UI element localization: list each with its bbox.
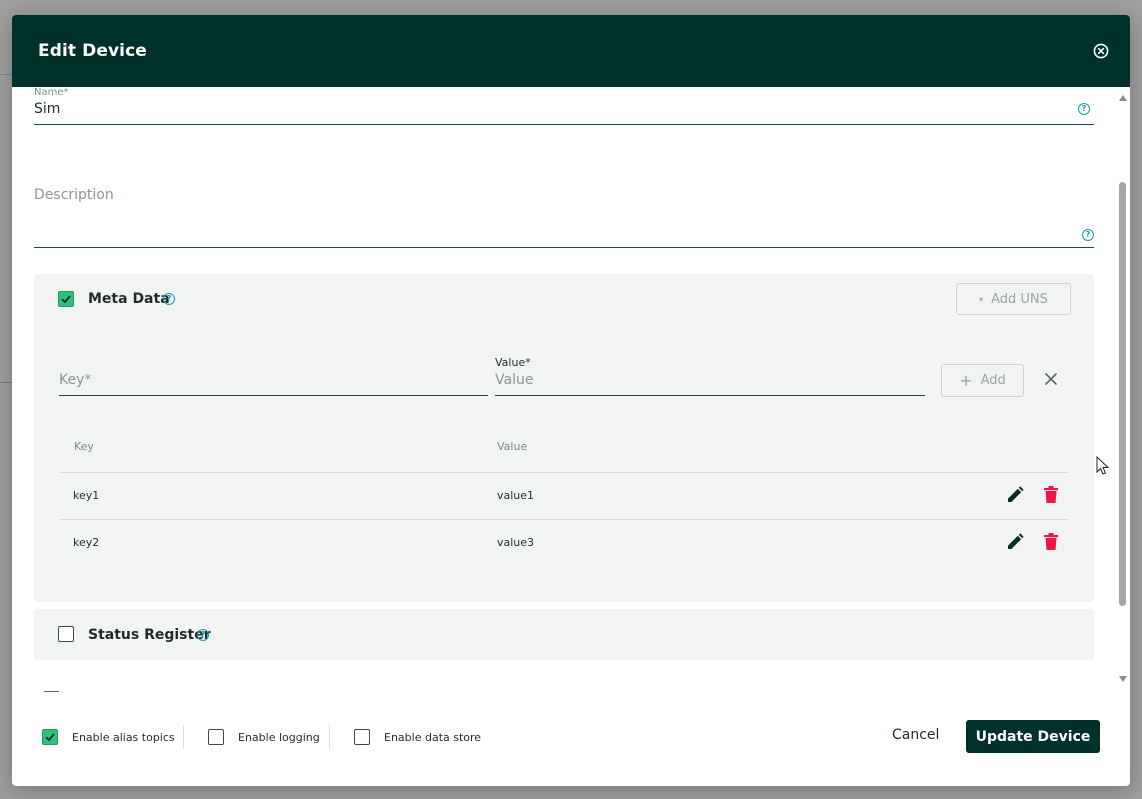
backdrop-line (0, 382, 12, 383)
enable-logging-label: Enable logging (238, 730, 320, 744)
name-value: Sim (34, 101, 61, 117)
column-header-value: Value (497, 440, 528, 453)
enable-data-store-label: Enable data store (384, 730, 482, 744)
mouse-pointer-icon (1096, 455, 1110, 480)
add-label: Add (980, 373, 1006, 388)
key-placeholder: Key* (59, 372, 92, 388)
close-icon[interactable] (1092, 42, 1110, 60)
value-placeholder: Value (495, 372, 534, 388)
add-button[interactable]: + Add (941, 364, 1024, 397)
meta-data-checkbox[interactable] (58, 291, 74, 307)
divider (44, 691, 59, 692)
update-device-button[interactable]: Update Device (966, 720, 1100, 753)
dialog-footer: Enable alias topics Enable logging Enabl… (12, 705, 1130, 786)
enable-alias-topics-option[interactable]: Enable alias topics (42, 729, 175, 745)
delete-icon[interactable] (1041, 532, 1061, 552)
meta-data-title: Meta Data (88, 291, 170, 307)
enable-logging-checkbox[interactable] (208, 729, 224, 745)
caret-down-icon: ▾ (979, 294, 984, 304)
status-register-panel: Status Register ? (34, 609, 1094, 660)
cancel-button[interactable]: Cancel (892, 727, 939, 743)
divider (329, 725, 330, 749)
column-header-key: Key (74, 440, 94, 453)
dialog-header: Edit Device (12, 15, 1130, 87)
clear-icon[interactable] (1043, 371, 1059, 387)
enable-logging-option[interactable]: Enable logging (208, 729, 320, 745)
enable-data-store-checkbox[interactable] (354, 729, 370, 745)
enable-alias-topics-checkbox[interactable] (42, 729, 58, 745)
key-input[interactable]: Key* (59, 364, 488, 396)
backdrop-line (0, 74, 12, 75)
scrollbar[interactable] (1116, 87, 1130, 697)
table-row: key1 value1 (59, 472, 1069, 519)
enable-alias-topics-label: Enable alias topics (72, 730, 175, 744)
status-register-checkbox[interactable] (58, 626, 74, 642)
cell-value: value1 (497, 489, 535, 502)
add-uns-label: Add UNS (991, 291, 1048, 307)
name-field[interactable]: Name* Sim ? (34, 87, 1094, 125)
dialog-title: Edit Device (38, 41, 147, 61)
edit-device-dialog: Edit Device Name* Sim ? Description ? Me… (12, 15, 1130, 786)
divider (183, 725, 184, 749)
scroll-thumb[interactable] (1119, 182, 1126, 606)
table-row: key2 value3 (59, 519, 1069, 566)
help-icon[interactable]: ? (197, 629, 209, 641)
scroll-down-arrow-icon[interactable] (1119, 676, 1127, 682)
name-label: Name* (34, 87, 69, 98)
add-uns-button[interactable]: ▾ Add UNS (956, 283, 1071, 315)
cell-key: key2 (73, 536, 100, 549)
value-label: Value* (495, 356, 531, 369)
cell-key: key1 (73, 489, 100, 502)
enable-data-store-option[interactable]: Enable data store (354, 729, 481, 745)
dialog-content: Name* Sim ? Description ? Meta Data ? ▾ … (12, 87, 1116, 697)
edit-icon[interactable] (1005, 485, 1025, 505)
help-icon[interactable]: ? (1078, 103, 1090, 115)
status-register-title: Status Register (88, 627, 211, 643)
help-icon[interactable]: ? (1082, 229, 1094, 241)
edit-icon[interactable] (1005, 532, 1025, 552)
description-field[interactable]: Description ? (34, 187, 1094, 248)
plus-icon: + (959, 371, 973, 390)
delete-icon[interactable] (1041, 485, 1061, 505)
value-input[interactable]: Value* Value (495, 354, 925, 396)
description-placeholder: Description (34, 187, 114, 203)
cell-value: value3 (497, 536, 535, 549)
help-icon[interactable]: ? (163, 293, 175, 305)
meta-data-panel: Meta Data ? ▾ Add UNS Key* Value* Value … (34, 274, 1094, 602)
scroll-up-arrow-icon[interactable] (1119, 95, 1127, 101)
